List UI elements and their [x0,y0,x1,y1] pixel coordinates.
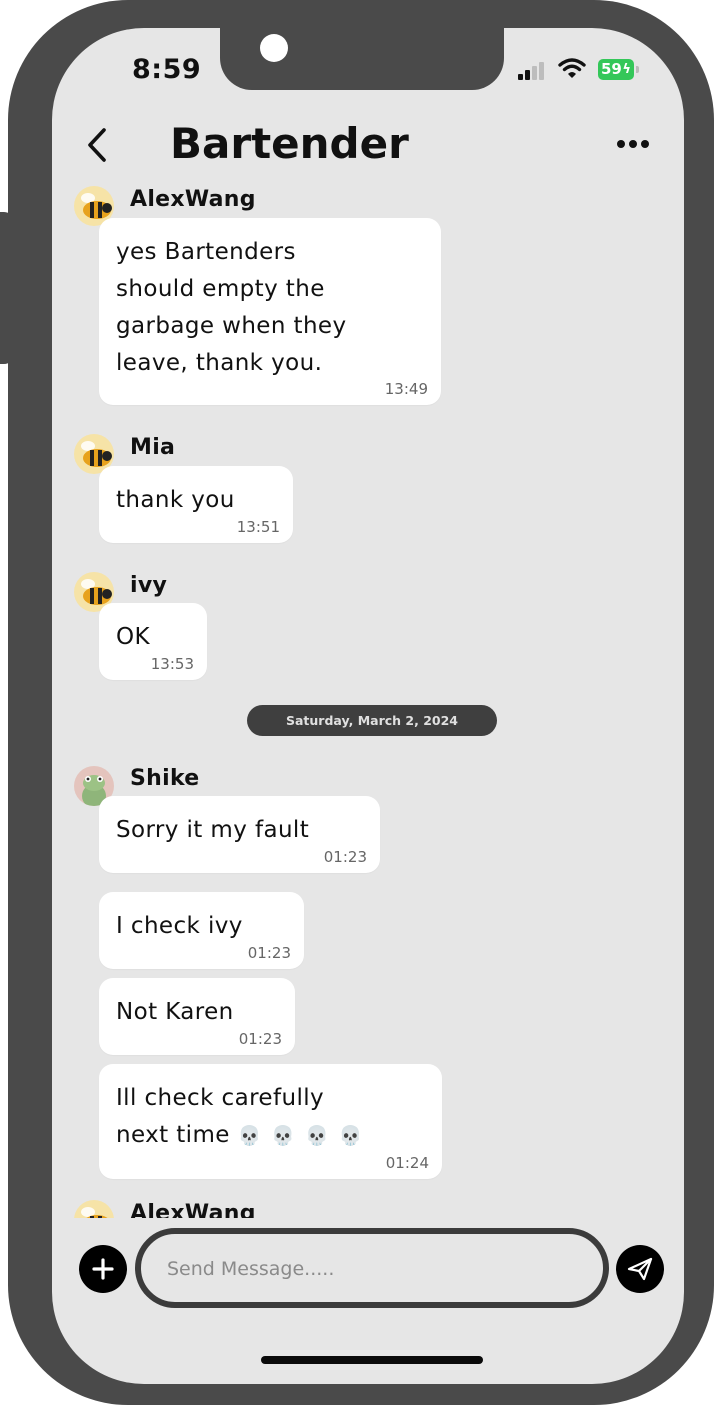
sender-name: Mia [130,435,176,460]
message-bubble[interactable]: OK 13:53 [99,603,207,680]
sender-name: Shike [130,766,200,791]
message-line: Ill check carefully [116,1085,325,1111]
message-text: I check ivy [116,913,243,939]
more-options-icon[interactable] [615,138,651,150]
message-bubble[interactable]: Ill check carefully next time 💀 💀 💀 💀 01… [99,1064,442,1179]
signal-icon [518,62,548,80]
date-divider: Saturday, March 2, 2024 [247,705,497,736]
message-time: 13:51 [236,518,280,536]
skull-emoji: 💀 💀 💀 💀 [237,1125,365,1147]
chat-title: Bartender [170,119,409,168]
message-time: 01:23 [238,1030,282,1048]
message-time: 13:53 [150,655,194,673]
back-icon[interactable] [84,127,110,163]
paper-plane-icon [627,1257,653,1281]
sender-name: ivy [130,573,168,598]
camera-icon [260,34,288,62]
send-button[interactable] [616,1245,664,1293]
plus-icon [92,1258,114,1280]
phone-screen: 8:59 59 ϟ Bartender AlexWang yes Bartend… [52,28,684,1384]
status-time: 8:59 [132,54,202,85]
sender-name: AlexWang [130,1201,256,1218]
bee-icon [81,1207,108,1218]
message-line-text: next time [116,1122,230,1148]
message-line: garbage when they [116,313,347,339]
wifi-icon [558,58,586,78]
message-text: Ill check carefully next time 💀 💀 💀 💀 [116,1080,364,1155]
notch [220,28,504,90]
battery-icon: 59 ϟ [598,59,634,80]
message-time: 01:23 [323,848,367,866]
message-bubble[interactable]: Sorry it my fault 01:23 [99,796,380,873]
add-attachment-button[interactable] [79,1245,127,1293]
message-line: next time 💀 💀 💀 💀 [116,1117,364,1155]
message-text: Sorry it my fault [116,817,310,843]
message-text: Not Karen [116,999,234,1025]
message-time: 01:23 [247,944,291,962]
battery-cap [636,66,639,73]
message-bubble[interactable]: thank you 13:51 [99,466,293,543]
message-time: 01:24 [385,1154,429,1172]
phone-frame: 8:59 59 ϟ Bartender AlexWang yes Bartend… [8,0,714,1405]
message-time: 13:49 [384,380,428,398]
message-input-container[interactable] [135,1228,609,1308]
avatar[interactable] [74,1200,114,1218]
message-text: OK [116,624,150,650]
message-line: leave, thank you. [116,350,323,376]
message-bubble[interactable]: I check ivy 01:23 [99,892,304,969]
message-bubble[interactable]: yes Bartenders should empty the garbage … [99,218,441,405]
sender-name: AlexWang [130,187,256,212]
message-text: yes Bartenders should empty the garbage … [116,234,347,382]
message-input[interactable] [165,1248,589,1290]
home-indicator[interactable] [261,1356,483,1364]
message-list[interactable]: AlexWang yes Bartenders should empty the… [52,178,684,1218]
message-text: thank you [116,487,235,513]
message-line: should empty the [116,276,325,302]
charging-icon: ϟ [622,62,631,77]
message-line: yes Bartenders [116,239,296,265]
message-bubble[interactable]: Not Karen 01:23 [99,978,295,1055]
